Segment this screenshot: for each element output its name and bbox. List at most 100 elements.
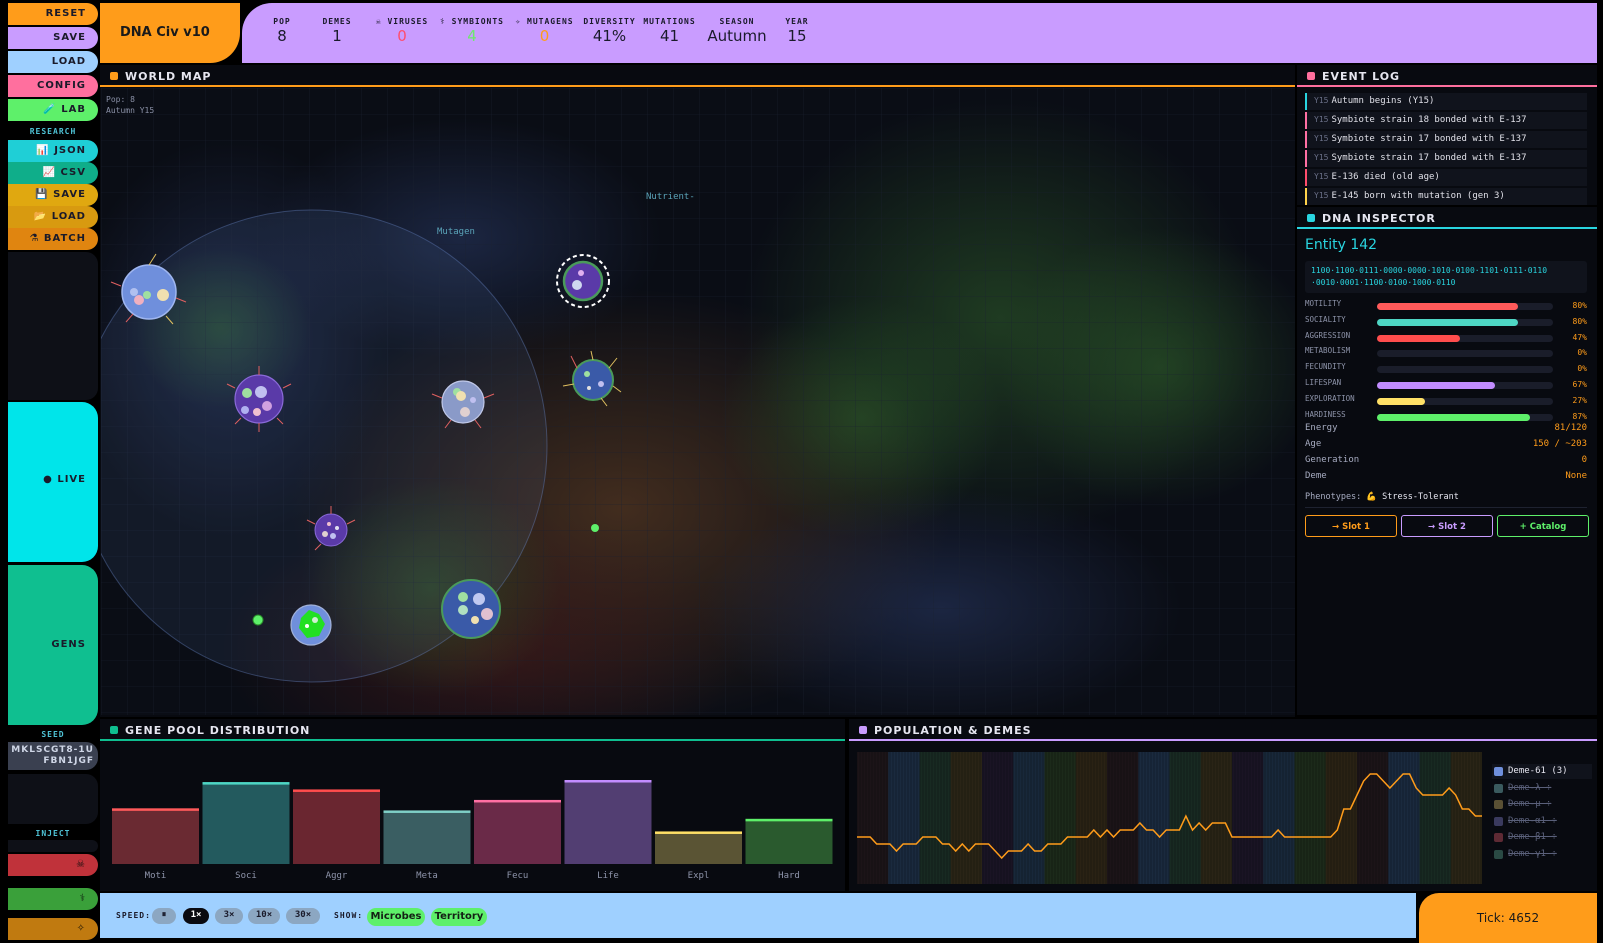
microbe-6[interactable] bbox=[290, 604, 332, 646]
trait-row-motility: MOTILITY 80% bbox=[1305, 299, 1587, 310]
stat-season: SEASON Autumn bbox=[707, 17, 767, 45]
energy-row: Energy 81/120 bbox=[1305, 423, 1587, 433]
export-csv-button[interactable]: 📈 CSV bbox=[8, 162, 98, 184]
show-label: SHOW: bbox=[334, 911, 364, 920]
inject-mutagen-button[interactable]: ✧ bbox=[8, 918, 98, 940]
square-icon bbox=[1307, 214, 1315, 222]
phenotypes-row: Phenotypes: 💪 Stress-Tolerant bbox=[1305, 492, 1459, 502]
stat-symbionts: ⚕ SYMBIONTS 4 bbox=[440, 17, 504, 45]
stat-mutagens: ✧ MUTAGENS 0 bbox=[515, 17, 574, 45]
deme-legend-item[interactable]: Deme-α1 ÷ bbox=[1492, 814, 1592, 829]
catalog-button[interactable]: + Catalog bbox=[1497, 515, 1589, 537]
trait-row-sociality: SOCIALITY 80% bbox=[1305, 314, 1587, 326]
gene-bar-life bbox=[564, 780, 652, 864]
event-log-panel: EVENT LOG Y15 Autumn begins (Y15) Y15 Symbi… bbox=[1297, 65, 1597, 205]
stat-demes: DEMES 1 bbox=[322, 17, 352, 45]
trait-bar bbox=[1377, 303, 1518, 310]
load-button[interactable]: LOAD bbox=[8, 51, 98, 73]
stat-viruses: ☠ VIRUSES 0 bbox=[375, 17, 429, 45]
slot-1-button[interactable]: → Slot 1 bbox=[1305, 515, 1397, 537]
trait-row-fecundity: FECUNDITY 0% bbox=[1305, 362, 1587, 374]
world-map-canvas[interactable]: Pop: 8 Autumn Y15 Mutagen Nutrient- bbox=[101, 88, 1295, 715]
stat-year: YEAR 15 bbox=[785, 17, 809, 45]
trait-bar bbox=[1377, 397, 1425, 405]
deme-legend-item[interactable]: Deme-μ ÷ bbox=[1492, 797, 1592, 812]
slot-2-button[interactable]: → Slot 2 bbox=[1401, 515, 1493, 537]
gene-bar-label: Aggr bbox=[326, 871, 348, 881]
stat-mutations: MUTATIONS 41 bbox=[643, 17, 696, 45]
reset-button[interactable]: RESET bbox=[8, 3, 98, 25]
trait-bar bbox=[1377, 334, 1460, 342]
lab-button[interactable]: 🧪 LAB bbox=[8, 99, 98, 121]
map-season-text: Autumn Y15 bbox=[106, 106, 155, 115]
research-save-button[interactable]: 💾 SAVE bbox=[8, 184, 98, 206]
gene-bar-cap bbox=[655, 831, 742, 834]
trait-row-exploration: EXPLORATION 27% bbox=[1305, 393, 1587, 405]
app-title: DNA Civ v10 bbox=[100, 3, 240, 63]
inject-virus-button[interactable]: ☠ bbox=[8, 854, 98, 876]
seed-label: SEED bbox=[41, 730, 65, 739]
speed-10x-button[interactable]: 10× bbox=[248, 908, 280, 924]
inject-symbiont-button[interactable]: ⚕ bbox=[8, 888, 98, 910]
gene-pool-chart: Moti Soci Aggr Meta Fecu Life Expl Hard bbox=[112, 780, 833, 881]
gene-bar-fecu bbox=[474, 799, 561, 864]
gene-bar-expl bbox=[655, 831, 742, 864]
speed-label: SPEED: bbox=[116, 911, 151, 920]
show-territory-toggle[interactable]: Territory bbox=[431, 908, 487, 926]
trait-row-hardiness: HARDINESS 87% bbox=[1305, 409, 1587, 421]
show-microbes-toggle[interactable]: Microbes bbox=[367, 908, 425, 926]
event-log-item: Y15 E-145 born with mutation (gen 3) bbox=[1305, 188, 1587, 205]
deme-legend-item[interactable]: Deme-β1 ÷ bbox=[1492, 830, 1592, 845]
pause-button[interactable]: ⏸ bbox=[152, 908, 176, 924]
gene-bar-meta bbox=[383, 810, 471, 864]
world-map-header: WORLD MAP bbox=[100, 65, 1295, 87]
gene-bar-label: Meta bbox=[416, 871, 438, 881]
gene-bar-cap bbox=[202, 782, 290, 785]
gene-pool-panel: GENE POOL DISTRIBUTION Moti Soci Aggr Meta F… bbox=[100, 719, 845, 891]
food-particle-2 bbox=[252, 614, 264, 626]
gene-bar-label: Moti bbox=[145, 871, 167, 881]
zone-label-mutagen: Mutagen bbox=[437, 227, 475, 237]
gene-bar-cap bbox=[293, 789, 380, 792]
inject-label: INJECT bbox=[35, 829, 71, 838]
stat-diversity: DIVERSITY 41% bbox=[583, 17, 636, 45]
trait-bar bbox=[1377, 318, 1518, 326]
speed-30x-button[interactable]: 30× bbox=[286, 908, 320, 924]
gene-bar-hard bbox=[745, 818, 833, 864]
research-load-button[interactable]: 📂 LOAD bbox=[8, 206, 98, 228]
deme-legend-item[interactable]: Deme-λ ÷ bbox=[1492, 781, 1592, 796]
gene-bar-label: Fecu bbox=[507, 871, 529, 881]
controls-bar: SPEED: ⏸ 1× 3× 10× 30× SHOW: Microbes Te… bbox=[100, 893, 1416, 938]
speed-1x-button[interactable]: 1× bbox=[183, 908, 209, 924]
top-bar: DNA Civ v10 POP 8 DEMES 1 ☠ VIRUSES 0 ⚕ SYM… bbox=[100, 3, 1597, 63]
population-header: POPULATION & DEMES bbox=[849, 719, 1597, 741]
trait-bar bbox=[1377, 382, 1495, 389]
dna-inspector-header: DNA INSPECTOR bbox=[1297, 207, 1597, 229]
food-particle-1 bbox=[591, 524, 599, 532]
microbe-7[interactable] bbox=[441, 579, 501, 639]
square-icon bbox=[1307, 72, 1315, 80]
research-label: RESEARCH bbox=[29, 127, 77, 136]
trait-row-metabolism: METABOLISM 0% bbox=[1305, 346, 1587, 358]
gene-bar-label: Hard bbox=[778, 871, 800, 881]
config-button[interactable]: CONFIG bbox=[8, 75, 98, 97]
square-icon bbox=[110, 72, 118, 80]
generation-row: Generation 0 bbox=[1305, 455, 1587, 465]
export-json-button[interactable]: 📊 JSON bbox=[8, 140, 98, 162]
entity-name: Entity 142 bbox=[1305, 237, 1378, 253]
trait-row-aggression: AGGRESSION 47% bbox=[1305, 330, 1587, 342]
event-log-item: Y15 E-136 died (old age) bbox=[1305, 169, 1587, 186]
save-button[interactable]: SAVE bbox=[8, 27, 98, 49]
gens-mode-button[interactable]: GENS bbox=[8, 565, 98, 725]
batch-button[interactable]: ⚗ BATCH bbox=[8, 228, 98, 250]
stat-pop: POP 8 bbox=[273, 17, 291, 45]
gene-bar-cap bbox=[112, 808, 199, 811]
square-icon bbox=[859, 726, 867, 734]
speed-3x-button[interactable]: 3× bbox=[215, 908, 243, 924]
gene-bar-cap bbox=[564, 780, 652, 783]
seed-value[interactable]: MKLSCGT8-1U FBN1JGF bbox=[8, 742, 98, 770]
world-map-svg bbox=[101, 88, 1295, 715]
deme-legend-item[interactable]: Deme-61 (3) bbox=[1492, 764, 1592, 779]
deme-legend-item[interactable]: Deme-γ1 ÷ bbox=[1492, 847, 1592, 862]
live-mode-button[interactable]: ● LIVE bbox=[8, 402, 98, 562]
